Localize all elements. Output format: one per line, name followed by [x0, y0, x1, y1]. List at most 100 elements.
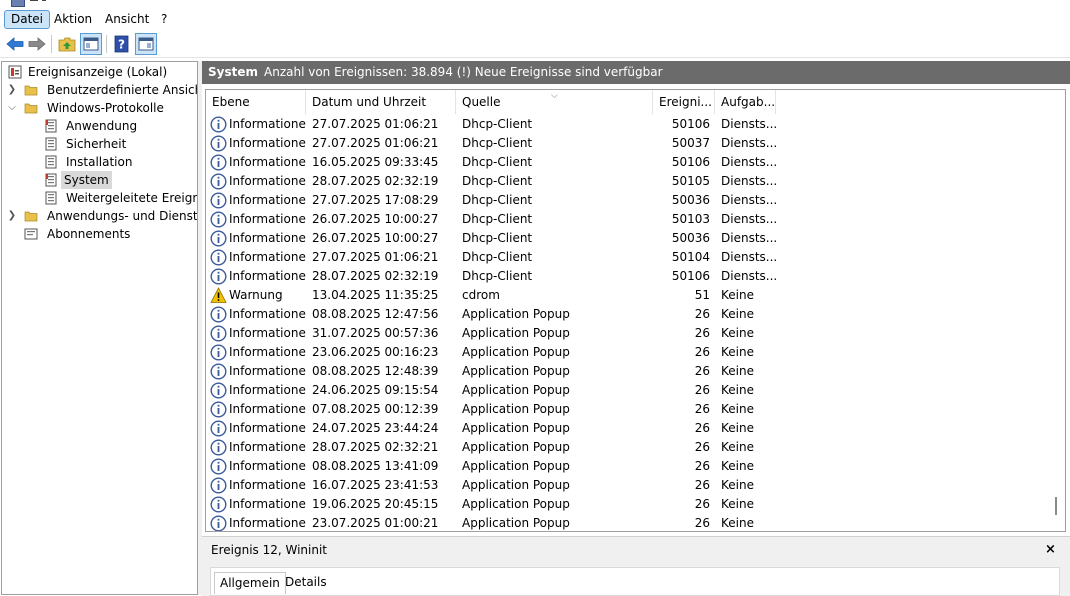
- column-header-ereignis-id[interactable]: Ereigni...: [653, 90, 715, 114]
- chevron-right-icon[interactable]: ❯: [7, 81, 17, 99]
- table-row[interactable]: Informationen 16.05.2025 09:33:45 Dhcp-Cli…: [206, 153, 1046, 172]
- cell-event-id: 50036: [671, 193, 710, 207]
- table-row[interactable]: Informationen 28.07.2025 02:32:19 Dhcp-Cli…: [206, 267, 1046, 286]
- tree-item-forwarded[interactable]: Weitergeleitete Ereignisse: [2, 189, 197, 207]
- tree-item-system[interactable]: System: [2, 171, 197, 189]
- tree-item-sicherheit[interactable]: Sicherheit: [2, 135, 197, 153]
- table-row[interactable]: Informationen 23.06.2025 00:16:23 Applicat…: [206, 343, 1046, 362]
- cell-task: Keine: [721, 364, 754, 378]
- info-icon: [210, 173, 227, 190]
- cell-source: Dhcp-Client: [462, 155, 533, 169]
- info-icon: [210, 477, 227, 494]
- tree-item-installation[interactable]: Installation: [2, 153, 197, 171]
- table-row[interactable]: Informationen 08.08.2025 12:47:56 Applicat…: [206, 305, 1046, 324]
- cell-source: Application Popup: [462, 402, 570, 416]
- table-row[interactable]: Informationen 31.07.2025 00:57:36 Applicat…: [206, 324, 1046, 343]
- forward-button[interactable]: [26, 33, 48, 55]
- table-row[interactable]: Informationen 28.07.2025 02:32:19 Dhcp-Cli…: [206, 172, 1046, 191]
- menu-help[interactable]: ?: [155, 10, 173, 29]
- log-icon: [45, 191, 57, 205]
- cell-source: Dhcp-Client: [462, 250, 533, 264]
- show-hide-action-pane-button[interactable]: [135, 33, 157, 55]
- event-viewer-icon: [8, 65, 22, 79]
- cell-event-id: 26: [694, 440, 710, 454]
- table-row[interactable]: Informationen 23.07.2025 01:00:21 Applicat…: [206, 514, 1046, 531]
- cell-source: Application Popup: [462, 459, 570, 473]
- back-button[interactable]: [4, 33, 26, 55]
- table-row[interactable]: Informationen 24.06.2025 09:15:54 Applicat…: [206, 381, 1046, 400]
- tab-allgemein[interactable]: Allgemein: [214, 572, 286, 594]
- tree-item-app-service-logs[interactable]: ❯ Anwendungs- und Dienstprotokolle: [2, 207, 197, 225]
- log-icon: [45, 119, 57, 133]
- table-row[interactable]: Informationen 28.07.2025 02:32:21 Applicat…: [206, 438, 1046, 457]
- cell-source: Application Popup: [462, 478, 570, 492]
- table-row[interactable]: Informationen 16.07.2025 23:41:53 Applicat…: [206, 476, 1046, 495]
- cell-event-id: 26: [694, 307, 710, 321]
- table-row[interactable]: Informationen 26.07.2025 10:00:27 Dhcp-Cli…: [206, 229, 1046, 248]
- cell-event-id: 50106: [671, 269, 710, 283]
- tree-item-windows-logs[interactable]: ⌵ Windows-Protokolle: [2, 99, 197, 117]
- vertical-scrollbar[interactable]: [1050, 115, 1064, 530]
- cell-event-id: 26: [694, 326, 710, 340]
- log-icon: [45, 137, 57, 151]
- chevron-down-icon[interactable]: ⌵: [7, 99, 17, 117]
- pane-splitter[interactable]: [198, 61, 202, 595]
- cell-event-id: 26: [694, 478, 710, 492]
- log-title: System: [208, 65, 258, 79]
- show-hide-tree-button[interactable]: [80, 33, 102, 55]
- cell-datetime: 16.07.2025 23:41:53: [312, 478, 439, 492]
- menu-ansicht[interactable]: Ansicht: [99, 10, 155, 29]
- cell-source: Dhcp-Client: [462, 174, 533, 188]
- folder-up-icon: [58, 37, 76, 52]
- table-row[interactable]: Informationen 19.06.2025 20:45:15 Applicat…: [206, 495, 1046, 514]
- cell-level: Informationen: [229, 117, 306, 131]
- close-icon[interactable]: ×: [1045, 539, 1056, 561]
- info-icon: [210, 420, 227, 437]
- cell-level: Warnung: [229, 288, 283, 302]
- table-row[interactable]: Informationen 27.07.2025 01:06:21 Dhcp-Cli…: [206, 134, 1046, 153]
- tree-item-anwendung[interactable]: Anwendung: [2, 117, 197, 135]
- table-row[interactable]: Warnung 13.04.2025 11:35:25 cdrom 51 Keine: [206, 286, 1046, 305]
- table-row[interactable]: Informationen 27.07.2025 17:08:29 Dhcp-Cli…: [206, 191, 1046, 210]
- help-book-icon: ?: [114, 35, 129, 53]
- cell-level: Informationen: [229, 326, 306, 340]
- cell-source: Dhcp-Client: [462, 231, 533, 245]
- tree-item-root[interactable]: Ereignisanzeige (Lokal): [2, 63, 197, 81]
- up-folder-button[interactable]: [56, 33, 78, 55]
- cell-source: Application Popup: [462, 345, 570, 359]
- info-icon: [210, 363, 227, 380]
- help-button[interactable]: ?: [111, 33, 133, 55]
- table-row[interactable]: Informationen 08.08.2025 13:41:09 Applicat…: [206, 457, 1046, 476]
- table-row[interactable]: Informationen 27.07.2025 01:06:21 Dhcp-Cli…: [206, 248, 1046, 267]
- window-title-strip: [0, 0, 1070, 8]
- table-row[interactable]: Informationen 27.07.2025 01:06:21 Dhcp-Cli…: [206, 115, 1046, 134]
- column-header-datum[interactable]: Datum und Uhrzeit: [306, 90, 456, 114]
- scrollbar-thumb[interactable]: [1055, 497, 1057, 515]
- menu-datei[interactable]: Datei: [4, 10, 51, 29]
- tree-item-label: Anwendung: [66, 119, 138, 133]
- tree-item-subscriptions[interactable]: Abonnements: [2, 225, 197, 243]
- table-row[interactable]: Informationen 08.08.2025 12:48:39 Applicat…: [206, 362, 1046, 381]
- column-header-ebene[interactable]: Ebene: [206, 90, 306, 114]
- arrow-right-icon: [28, 37, 46, 51]
- cell-task: Keine: [721, 440, 754, 454]
- cell-event-id: 26: [694, 516, 710, 530]
- info-icon: [210, 344, 227, 361]
- table-row[interactable]: Informationen 07.08.2025 00:12:39 Applicat…: [206, 400, 1046, 419]
- cell-task: Keine: [721, 478, 754, 492]
- chevron-right-icon[interactable]: ❯: [7, 207, 17, 225]
- tab-details[interactable]: Details: [280, 572, 332, 594]
- table-row[interactable]: Informationen 26.07.2025 10:00:27 Dhcp-Cli…: [206, 210, 1046, 229]
- table-row[interactable]: Informationen 24.07.2025 23:44:24 Applicat…: [206, 419, 1046, 438]
- column-header-aufgabe[interactable]: Aufgab...: [715, 90, 776, 114]
- tree-item-custom-views[interactable]: ❯ Benutzerdefinierte Ansichten: [2, 81, 197, 99]
- console-tree-icon: [83, 37, 99, 51]
- cell-source: Application Popup: [462, 383, 570, 397]
- cell-level: Informationen: [229, 174, 306, 188]
- cell-source: Application Popup: [462, 326, 570, 340]
- cell-task: Keine: [721, 421, 754, 435]
- app-icon: [11, 0, 25, 7]
- cell-event-id: 50106: [671, 117, 710, 131]
- cell-level: Informationen: [229, 212, 306, 226]
- menu-aktion[interactable]: Aktion: [48, 10, 98, 29]
